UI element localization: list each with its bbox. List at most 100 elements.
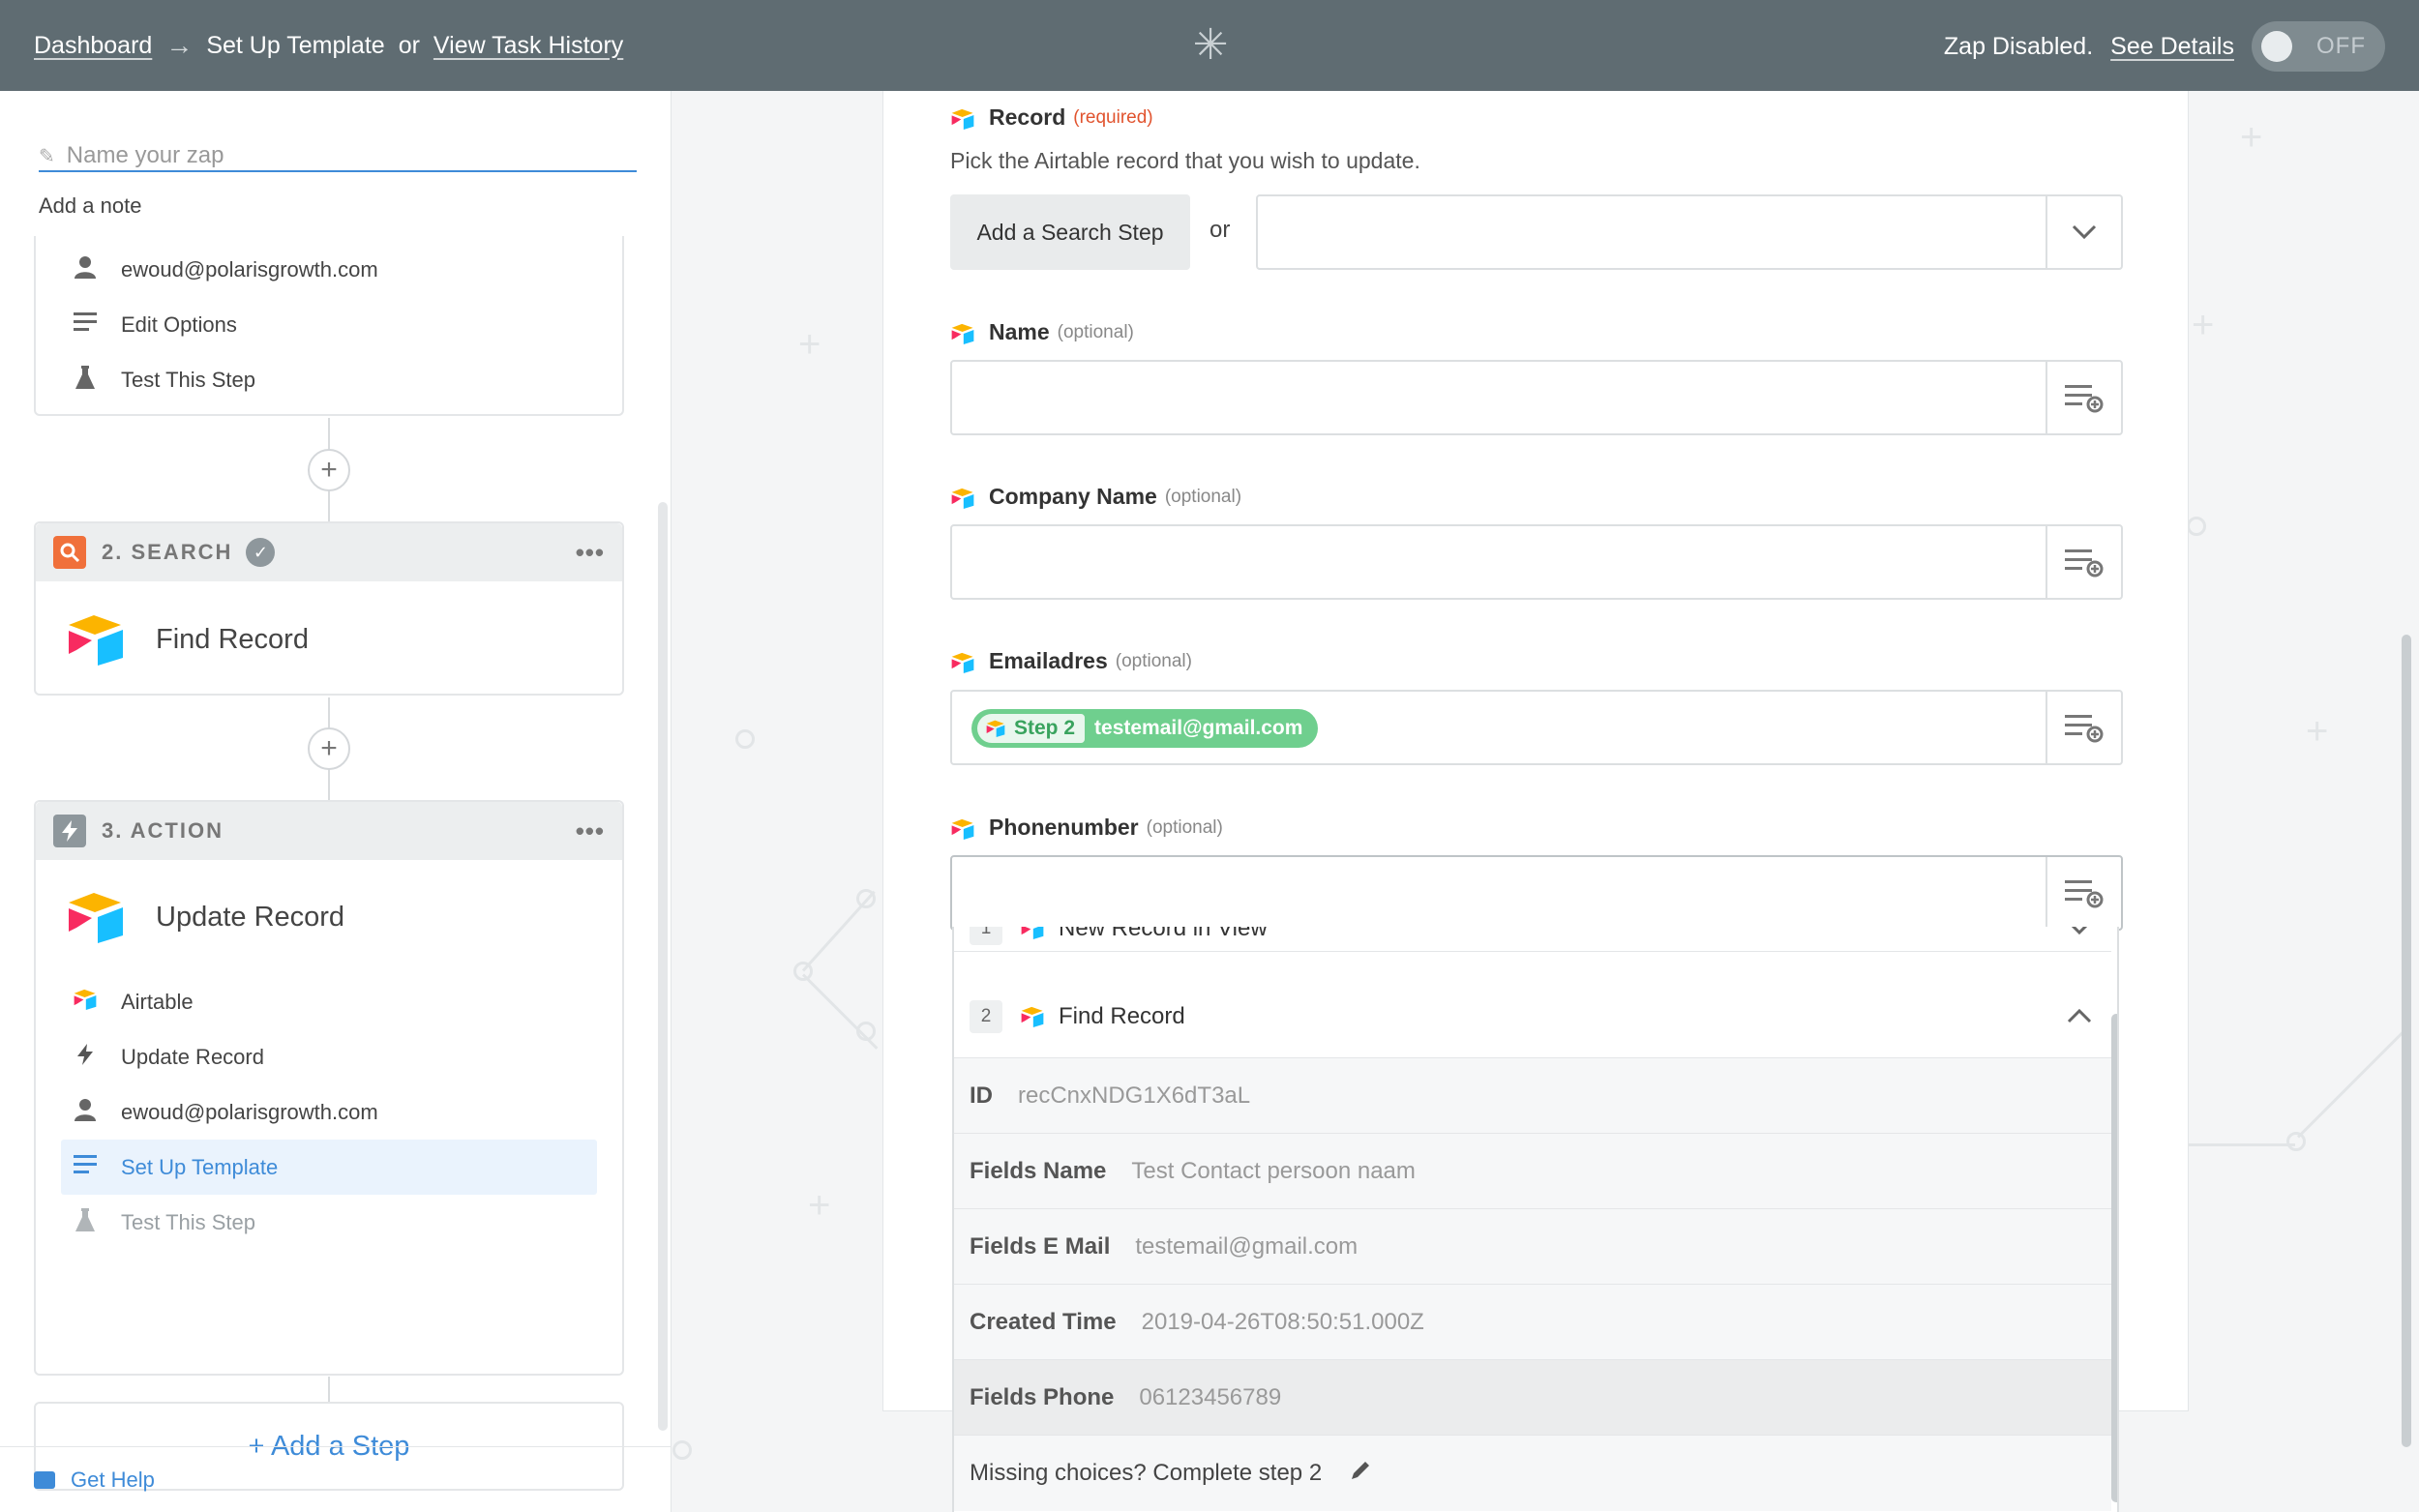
mapped-field-pill[interactable]: Step 2 testemail@gmail.com [971,709,1319,748]
company-input[interactable] [950,524,2123,600]
step-2-card[interactable]: 2. SEARCH ✓ ••• Find Record [34,521,624,696]
group-name: Find Record [1059,1002,1185,1029]
step1-item-edit-options[interactable]: Edit Options [36,297,622,352]
chevron-down-icon[interactable] [2067,927,2092,941]
insert-step-button[interactable]: + [308,727,350,770]
record-select[interactable] [1256,194,2123,270]
name-input[interactable] [950,360,2123,435]
option-value: recCnxNDG1X6dT3aL [1018,1082,1251,1109]
option-key: Created Time [970,1308,1117,1335]
main-scrollbar[interactable] [2402,635,2411,1447]
step1-item-label: ewoud@polarisgrowth.com [121,256,378,282]
step3-item-label: ewoud@polarisgrowth.com [121,1099,378,1124]
more-options-icon[interactable]: ••• [576,816,605,846]
pill-step-label: Step 2 [1014,717,1076,739]
step3-item-action[interactable]: Update Record [36,1029,622,1084]
dropdown-option[interactable]: ID recCnxNDG1X6dT3aL [954,1058,2111,1134]
step3-item-test[interactable]: Test This Step [36,1195,622,1250]
insert-data-dropdown: 1 New Record in View 2 Find Record ID re… [952,927,2119,1512]
email-field: Emailadres (optional) [950,648,2123,674]
flask-icon [73,1207,98,1237]
step-2-title-row[interactable]: Find Record [36,581,622,697]
option-key: Fields E Mail [970,1232,1111,1260]
step3-item-set-up-template[interactable]: Set Up Template [61,1140,597,1195]
insert-step-button[interactable]: + [308,449,350,491]
zap-toggle[interactable]: OFF [2252,21,2385,72]
insert-data-icon[interactable] [2046,362,2121,433]
more-options-icon[interactable]: ••• [576,538,605,568]
option-value: 2019-04-26T08:50:51.000Z [1141,1308,1424,1335]
phone-input[interactable] [950,855,2123,931]
flask-icon [73,365,98,395]
step1-item-test[interactable]: Test This Step [36,352,622,407]
dropdown-option[interactable]: Created Time 2019-04-26T08:50:51.000Z [954,1285,2111,1360]
step3-item-label: Set Up Template [121,1154,279,1179]
record-description: Pick the Airtable record that you wish t… [950,148,1420,173]
step3-item-account[interactable]: ewoud@polarisgrowth.com [36,1084,622,1140]
dropdown-option[interactable]: Fields Name Test Contact persoon naam [954,1134,2111,1209]
step3-item-label: Update Record [121,1044,264,1069]
decor-circle [672,1440,692,1460]
step1-item-account[interactable]: ewoud@polarisgrowth.com [36,242,622,297]
zap-status-text: Zap Disabled. [1943,32,2094,60]
dropdown-option[interactable]: Fields E Mail testemail@gmail.com [954,1209,2111,1285]
zap-name-placeholder: Name your zap [66,142,224,168]
step-3-card[interactable]: 3. ACTION ••• Update Record Airtable Upd… [34,800,624,1376]
pill-value: testemail@gmail.com [1094,717,1303,739]
group-number: 1 [970,927,1002,945]
insert-data-icon[interactable] [2046,857,2121,929]
step-3-header: 3. ACTION ••• [36,802,622,860]
name-label-text: Name [989,319,1050,344]
see-details-link[interactable]: See Details [2110,33,2234,61]
pill-step: Step 2 [977,714,1086,743]
chevron-down-icon[interactable] [2046,196,2121,268]
company-label-text: Company Name [989,484,1157,509]
get-help-link: Get Help [71,1467,155,1492]
zapier-logo-icon[interactable]: ✳ [1190,24,1231,67]
decor-line [2296,1026,2409,1139]
airtable-icon [950,488,975,509]
optional-tag: (optional) [1115,650,1192,671]
step1-item-label: Edit Options [121,311,237,337]
decor-line [801,973,879,1050]
dropdown-scrollbar[interactable] [2111,1014,2117,1502]
breadcrumb-dashboard-link[interactable]: Dashboard [34,32,152,60]
chat-bubble-icon [34,1470,55,1489]
insert-data-icon[interactable] [2046,692,2121,763]
search-icon [53,536,86,569]
step-3-title-row[interactable]: Update Record [36,860,622,974]
add-search-step-button[interactable]: Add a Search Step [950,194,1190,270]
missing-choices-row[interactable]: Missing choices? Complete step 2 [954,1436,2111,1511]
required-tag: (required) [1073,106,1153,128]
step3-item-label: Test This Step [121,1209,255,1234]
optional-tag: (optional) [1146,816,1223,838]
list-icon [73,1154,98,1180]
sidebar-scrollbar[interactable] [658,502,668,1431]
step-1-card: ewoud@polarisgrowth.com Edit Options Tes… [34,236,624,416]
group-number: 2 [970,999,1002,1033]
or-label: or [1210,217,1231,243]
step3-item-label: Airtable [121,989,194,1014]
add-note-link[interactable]: Add a note [39,193,141,219]
email-input[interactable]: Step 2 testemail@gmail.com [950,690,2123,765]
optional-tag: (optional) [1057,321,1134,342]
decor-circle [735,729,755,749]
breadcrumb-or: or [398,31,420,59]
step3-item-app[interactable]: Airtable [36,974,622,1029]
airtable-icon [950,323,975,344]
step-connector [328,1377,330,1402]
top-bar: Dashboard → Set Up Template or View Task… [0,0,2419,91]
insert-data-icon[interactable] [2046,526,2121,598]
decor-plus-icon: + [2192,304,2215,346]
decor-circle [2286,1132,2306,1151]
group-name: New Record in View [1059,927,1268,941]
get-help-bar[interactable]: Get Help [0,1446,672,1512]
record-field: Record (required) Pick the Airtable reco… [950,104,2123,174]
view-task-history-link[interactable]: View Task History [433,32,623,60]
option-key: ID [970,1082,993,1109]
zap-name-input[interactable]: ✎ Name your zap [39,141,637,172]
chevron-up-icon[interactable] [2067,1004,2092,1029]
dropdown-group-1[interactable]: 1 New Record in View [954,927,2111,952]
dropdown-group-2[interactable]: 2 Find Record [954,975,2111,1058]
dropdown-option[interactable]: Fields Phone 06123456789 [954,1360,2111,1436]
